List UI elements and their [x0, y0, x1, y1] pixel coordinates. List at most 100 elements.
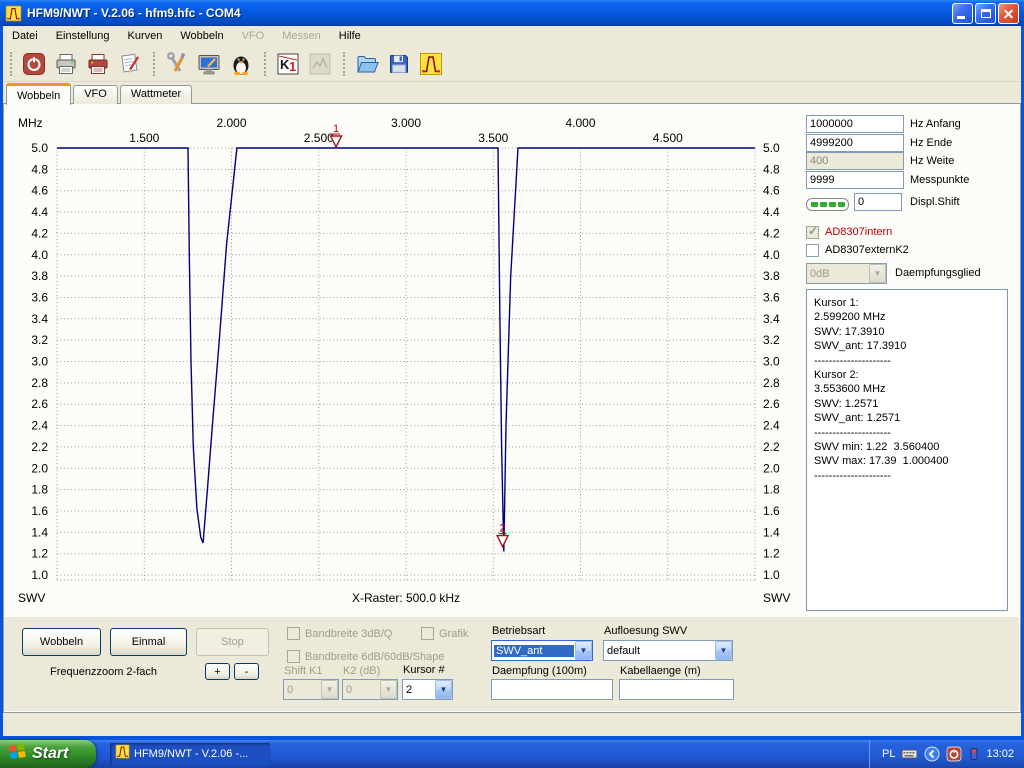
stop-button[interactable]: Stop: [196, 628, 269, 656]
wobbeln-button[interactable]: Wobbeln: [22, 628, 101, 656]
menu-wobbeln[interactable]: Wobbeln: [171, 27, 232, 45]
svg-text:5.0: 5.0: [31, 141, 48, 155]
svg-text:SWV: SWV: [18, 591, 45, 605]
start-button[interactable]: Start: [0, 740, 96, 768]
svg-text:4.0: 4.0: [763, 248, 780, 262]
tab-wobbeln[interactable]: Wobbeln: [6, 83, 71, 105]
svg-text:3.8: 3.8: [31, 269, 48, 283]
kursor-number-label: Kursor #: [403, 664, 445, 676]
title-bar: HFM9/NWT - V.2.06 - hfm9.hfc - COM4: [0, 0, 1024, 26]
bandbreite-3db-checkbox[interactable]: [287, 627, 300, 640]
power-icon[interactable]: [20, 50, 48, 78]
svg-text:3.8: 3.8: [763, 269, 780, 283]
svg-text:4.4: 4.4: [31, 205, 48, 219]
menu-datei[interactable]: Datei: [3, 27, 47, 45]
attenuator-select[interactable]: 0dB ▼: [806, 263, 887, 284]
menu-hilfe[interactable]: Hilfe: [330, 27, 370, 45]
hide-icons-chevron-icon[interactable]: [924, 746, 940, 762]
svg-text:5.0: 5.0: [763, 141, 780, 155]
clock: 13:02: [986, 748, 1014, 760]
filter-curve-icon[interactable]: [417, 50, 445, 78]
aufloesung-swv-label: Aufloesung SWV: [604, 625, 687, 637]
open-folder-icon[interactable]: [353, 50, 381, 78]
menu-messen[interactable]: Messen: [273, 27, 330, 45]
controls-bar: Wobbeln Einmal Stop Frequenzzoom 2-fach …: [4, 617, 1019, 711]
sweep-field-row: Hz Anfang: [806, 115, 1018, 133]
calibration2-icon: [306, 50, 334, 78]
hz-anfang-input[interactable]: [806, 115, 904, 133]
svg-text:3.2: 3.2: [763, 333, 780, 347]
svg-text:3.0: 3.0: [763, 355, 780, 369]
sweep-field-row: Hz Ende: [806, 134, 1018, 152]
taskbar: Start HFM9/NWT - V.2.06 -... PL 13:02: [0, 740, 1024, 768]
edit-notes-icon[interactable]: [116, 50, 144, 78]
k1-calibration-icon[interactable]: K1: [274, 50, 302, 78]
tab-wattmeter[interactable]: Wattmeter: [120, 85, 192, 104]
daempfung-label: Daempfung (100m): [492, 665, 587, 677]
app-window: HFM9/NWT - V.2.06 - hfm9.hfc - COM4 Date…: [0, 0, 1024, 740]
displ-shift-input[interactable]: [854, 193, 902, 211]
taskbar-item-hfm9[interactable]: HFM9/NWT - V.2.06 -...: [110, 743, 270, 766]
menu-kurven[interactable]: Kurven: [119, 27, 172, 45]
svg-text:1.6: 1.6: [31, 504, 48, 518]
tray-app-icon[interactable]: [968, 746, 980, 762]
kursor-number-select[interactable]: 2 ▼: [402, 679, 453, 700]
hz-ende-input[interactable]: [806, 134, 904, 152]
menu-bar: DateiEinstellungKurvenWobbelnVFOMessenHi…: [3, 26, 1021, 46]
messpunkte-label: Messpunkte: [910, 174, 969, 186]
minimize-button[interactable]: [952, 3, 973, 24]
toolbar-grip: [153, 52, 156, 76]
screen-setup-icon[interactable]: [195, 50, 223, 78]
messpunkte-input[interactable]: [806, 171, 904, 189]
svg-text:2.8: 2.8: [31, 376, 48, 390]
hz-weite-input[interactable]: [806, 152, 904, 170]
detector-row: ✓AD8307intern: [806, 224, 892, 240]
print-color-icon[interactable]: [84, 50, 112, 78]
tray-power-icon[interactable]: [946, 746, 962, 762]
hz-ende-label: Hz Ende: [910, 137, 952, 149]
ad8307intern-checkbox[interactable]: ✓: [806, 226, 819, 239]
penguin-icon[interactable]: [227, 50, 255, 78]
save-icon[interactable]: [385, 50, 413, 78]
einmal-button[interactable]: Einmal: [110, 628, 187, 656]
svg-text:1.8: 1.8: [31, 483, 48, 497]
svg-text:2.2: 2.2: [763, 440, 780, 454]
hz-anfang-label: Hz Anfang: [910, 118, 961, 130]
betriebsart-select[interactable]: SWV_ant ▼: [491, 640, 593, 661]
svg-text:2.0: 2.0: [763, 461, 780, 475]
menu-vfo[interactable]: VFO: [233, 27, 274, 45]
cursor-info-box: Kursor 1: 2.599200 MHz SWV: 17.3910 SWV_…: [806, 289, 1008, 611]
bandbreite-6db-checkbox[interactable]: [287, 650, 300, 663]
close-button[interactable]: [998, 3, 1019, 24]
tab-vfo[interactable]: VFO: [73, 85, 118, 104]
svg-text:4.4: 4.4: [763, 205, 780, 219]
toolbar-grip: [343, 52, 346, 76]
language-indicator[interactable]: PL: [882, 748, 895, 760]
maximize-button[interactable]: [975, 3, 996, 24]
windows-logo-icon: [8, 742, 27, 766]
svg-text:3.2: 3.2: [31, 333, 48, 347]
daempfung-input[interactable]: [491, 679, 613, 700]
hz-weite-label: Hz Weite: [910, 155, 954, 167]
toolbar: K1: [3, 46, 1021, 82]
toolbar-grip: [264, 52, 267, 76]
k2-db-select[interactable]: 0 ▼: [342, 679, 398, 700]
svg-text:2.6: 2.6: [763, 397, 780, 411]
tools-icon[interactable]: [163, 50, 191, 78]
zoom-out-button[interactable]: -: [234, 663, 259, 680]
grafik-checkbox[interactable]: [421, 627, 434, 640]
svg-text:1.6: 1.6: [763, 504, 780, 518]
svg-text:2.000: 2.000: [216, 116, 246, 130]
print-icon[interactable]: [52, 50, 80, 78]
sweep-field-row: Messpunkte: [806, 171, 1018, 189]
keyboard-icon[interactable]: [901, 746, 918, 762]
kabellaenge-input[interactable]: [619, 679, 734, 700]
aufloesung-swv-select[interactable]: default ▼: [603, 640, 733, 661]
chevron-down-icon: ▼: [869, 264, 886, 283]
swv-chart: 5.05.04.84.84.64.64.44.44.24.24.04.03.83…: [4, 104, 804, 616]
shift-k1-select[interactable]: 0 ▼: [283, 679, 339, 700]
menu-einstellung[interactable]: Einstellung: [47, 27, 119, 45]
attenuator-label: Daempfungsglied: [895, 267, 981, 279]
zoom-in-button[interactable]: +: [205, 663, 230, 680]
ad8307externk2-checkbox[interactable]: [806, 244, 819, 257]
